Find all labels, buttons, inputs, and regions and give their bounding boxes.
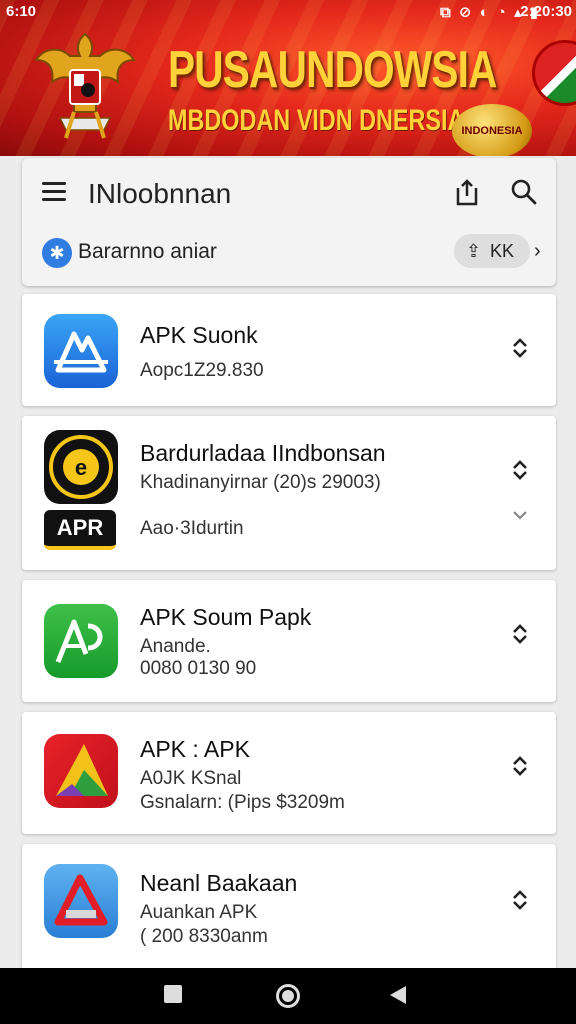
app-triangle-icon	[44, 734, 118, 808]
system-nav-bar	[0, 968, 576, 1024]
app-detail-secondary: 0080 0130 90	[140, 658, 257, 679]
sort-arrows-icon[interactable]	[510, 458, 530, 482]
back-icon[interactable]	[388, 984, 408, 1006]
app-name: APK : APK	[140, 736, 250, 762]
page-title: INloobnnan	[88, 178, 232, 209]
channel-icon: ✱	[42, 238, 72, 268]
status-bar: 6:10 ⧉ ⊘ ◐ ◔ ▴ ▮ 2:20:30	[0, 0, 576, 24]
app-list-item[interactable]: Neanl Baakaan Auankan APK ( 200 8330anm	[22, 844, 556, 984]
chevron-down-icon[interactable]	[510, 508, 530, 522]
search-icon[interactable]	[510, 178, 538, 206]
status-time: 6:10	[6, 3, 37, 20]
app-detail: Auankan APK	[140, 902, 258, 923]
channel-label[interactable]: Bararnno aniar	[78, 240, 217, 264]
app-detail: A0JK KSnal	[140, 768, 242, 789]
app-name: APK Soum Papk	[140, 604, 312, 630]
app-a-frame-icon	[44, 864, 118, 938]
app-detail-secondary: Gsnalarn: (Pips $3209m	[140, 792, 345, 813]
svg-text:e: e	[75, 455, 87, 480]
app-list-item[interactable]: APK Soum Papk Anande. 0080 0130 90	[22, 580, 556, 702]
app-name: APK Suonk	[140, 322, 258, 348]
sort-arrows-icon[interactable]	[510, 336, 530, 360]
apk-logo-badge: APR	[44, 510, 116, 550]
app-list-item[interactable]: APK Suonk Aopc1Z29.830	[22, 294, 556, 406]
status-clock: 2:20:30	[520, 3, 572, 20]
sort-arrows-icon[interactable]	[510, 754, 530, 778]
banner: 6:10 ⧉ ⊘ ◐ ◔ ▴ ▮ 2:20:30 PUSAUNDOWSIA MB…	[0, 0, 576, 156]
app-detail: Khadinanyirnar (20)s 29003)	[140, 472, 381, 493]
menu-icon[interactable]	[42, 182, 66, 202]
chevron-right-icon[interactable]: ›	[534, 240, 541, 263]
home-icon[interactable]	[276, 984, 300, 1008]
banner-badge: INDONESIA	[452, 104, 532, 156]
app-name: Neanl Baakaan	[140, 870, 298, 896]
banner-subtitle: MBDODAN VIDN DNERSIA	[168, 104, 465, 137]
banner-title: PUSAUNDOWSIA	[168, 41, 497, 99]
filter-pill-label: KK	[490, 241, 515, 261]
sort-arrows-icon[interactable]	[510, 888, 530, 912]
app-name: Bardurladaa IIndbonsan	[140, 440, 386, 466]
app-detail-secondary: ( 200 8330anm	[140, 926, 268, 947]
recent-apps-icon[interactable]	[164, 985, 182, 1003]
app-detail: Aopc1Z29.830	[140, 360, 264, 381]
app-detail: Anande.	[140, 636, 211, 657]
share-small-icon: ⇪	[466, 241, 482, 261]
app-detail-secondary: Aao·3Idurtin	[140, 518, 244, 539]
app-green-icon	[44, 604, 118, 678]
app-list-item[interactable]: APK : APK A0JK KSnal Gsnalarn: (Pips $32…	[22, 712, 556, 834]
garuda-emblem-icon	[34, 32, 136, 139]
share-icon[interactable]	[454, 178, 480, 208]
app-list-item[interactable]: e APR Bardurladaa IIndbonsan Khadinanyir…	[22, 416, 556, 570]
filter-pill-button[interactable]: ⇪ KK	[454, 234, 530, 268]
app-store-icon	[44, 314, 118, 388]
sort-arrows-icon[interactable]	[510, 622, 530, 646]
app-logo-icon: e	[44, 430, 118, 504]
app-header-card: INloobnnan ✱ Bararnno aniar ⇪ KK ›	[22, 158, 556, 286]
